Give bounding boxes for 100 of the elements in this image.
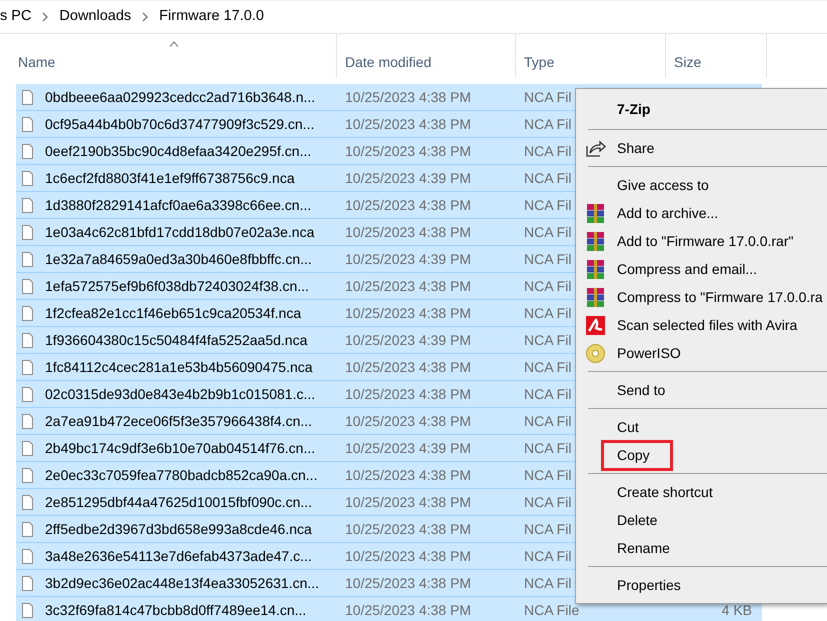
file-date: 10/25/2023 4:39 PM bbox=[345, 332, 472, 348]
file-name: 1f936604380c15c50484f4fa5252aa5d.nca bbox=[45, 330, 308, 350]
file-icon bbox=[22, 224, 33, 240]
file-icon bbox=[22, 414, 33, 428]
column-header[interactable]: Name bbox=[16, 34, 337, 78]
file-type: NCA File bbox=[524, 602, 580, 618]
file-type: NCA Fil bbox=[524, 574, 572, 590]
file-icon bbox=[22, 576, 33, 590]
file-date: 10/25/2023 4:38 PM bbox=[345, 142, 472, 158]
column-header[interactable]: Date modified bbox=[337, 34, 516, 78]
file-icon bbox=[22, 360, 33, 374]
archive-icon bbox=[585, 231, 606, 252]
file-name: 1e32a7a84659a0ed3a30b460e8fbbffc.cn... bbox=[45, 250, 312, 268]
breadcrumb-item[interactable]: s PC bbox=[0, 6, 32, 28]
file-date: 10/25/2023 4:38 PM bbox=[345, 224, 472, 240]
file-name: 1fc84112c4cec281a1e53b4b56090475.nca bbox=[45, 358, 313, 376]
file-name: 2b49bc174c9df3e6b10e70ab04514f76.cn... bbox=[45, 438, 316, 458]
file-type: NCA Fil bbox=[524, 170, 572, 186]
file-icon bbox=[22, 198, 33, 212]
file-date: 10/25/2023 4:38 PM bbox=[345, 574, 472, 590]
file-name: 2ff5edbe2d3967d3bd658e993a8cde46.nca bbox=[45, 520, 312, 538]
file-name: 0bdbeee6aa029923cedcc2ad716b3648.n... bbox=[45, 88, 316, 106]
breadcrumb-item[interactable]: Firmware 17.0.0 bbox=[159, 6, 264, 28]
file-date: 10/25/2023 4:38 PM bbox=[345, 304, 472, 320]
file-type: NCA Fil bbox=[524, 250, 572, 266]
archive-icon bbox=[585, 259, 606, 280]
breadcrumb-item[interactable]: Downloads bbox=[59, 6, 132, 28]
chevron-icon bbox=[141, 12, 150, 22]
file-icon bbox=[22, 494, 33, 510]
file-type: NCA Fil bbox=[524, 520, 572, 536]
file-name: 1d3880f2829141afcf0ae6a3398c66ee.cn... bbox=[45, 196, 312, 214]
file-date: 10/25/2023 4:39 PM bbox=[345, 250, 472, 266]
file-date: 10/25/2023 4:38 PM bbox=[345, 278, 472, 294]
file-size: 4 KB bbox=[720, 600, 753, 620]
file-icon bbox=[22, 170, 33, 186]
file-date: 10/25/2023 4:38 PM bbox=[345, 602, 472, 618]
column-header[interactable]: Type bbox=[516, 34, 666, 78]
file-date: 10/25/2023 4:38 PM bbox=[345, 88, 472, 104]
file-name: 0cf95a44b4b0b70c6d37477909f3c529.cn... bbox=[45, 114, 314, 134]
file-type: NCA Fil bbox=[524, 224, 572, 240]
menu-item[interactable]: Copy bbox=[601, 440, 673, 470]
file-date: 10/25/2023 4:38 PM bbox=[345, 358, 472, 374]
file-date: 10/25/2023 4:38 PM bbox=[345, 494, 472, 510]
file-name: 3b2d9ec36e02ac448e13f4ea33052631.cn... bbox=[45, 574, 320, 592]
file-icon bbox=[22, 90, 33, 104]
file-icon bbox=[22, 522, 33, 536]
menu-item[interactable]: Send to bbox=[617, 380, 666, 400]
file-icon bbox=[22, 468, 33, 482]
file-name: 2a7ea91b472ece06f5f3e357966438f4.cn... bbox=[45, 412, 312, 430]
file-name: 02c0315de93d0e843e4b2b9b1c015081.c... bbox=[45, 384, 316, 404]
file-type: NCA Fil bbox=[524, 142, 572, 158]
file-type: NCA Fil bbox=[524, 304, 572, 320]
file-type: NCA Fil bbox=[524, 332, 572, 348]
file-icon bbox=[22, 278, 33, 294]
file-icon bbox=[22, 144, 33, 158]
file-icon bbox=[22, 306, 33, 320]
file-icon bbox=[22, 440, 33, 456]
file-date: 10/25/2023 4:38 PM bbox=[345, 116, 472, 132]
file-type: NCA Fil bbox=[524, 466, 572, 482]
file-date: 10/25/2023 4:38 PM bbox=[345, 386, 472, 402]
archive-icon bbox=[585, 287, 606, 308]
chevron-icon bbox=[41, 12, 50, 22]
file-type: NCA Fil bbox=[524, 494, 572, 510]
file-date: 10/25/2023 4:38 PM bbox=[345, 466, 472, 482]
file-type: NCA Fil bbox=[524, 88, 572, 104]
menu-item[interactable]: Share bbox=[617, 138, 654, 158]
file-type: NCA Fil bbox=[524, 548, 572, 564]
share-icon bbox=[585, 138, 606, 159]
file-type: NCA Fil bbox=[524, 412, 572, 428]
archive-icon bbox=[585, 203, 606, 224]
file-date: 10/25/2023 4:38 PM bbox=[345, 412, 472, 428]
menu-item[interactable]: Properties bbox=[617, 574, 681, 596]
file-icon bbox=[22, 386, 33, 402]
file-icon bbox=[22, 602, 33, 618]
file-name: 0eef2190b35bc90c4d8efaa3420e295f.cn... bbox=[45, 142, 312, 160]
column-header[interactable]: Size bbox=[666, 34, 767, 78]
file-type: NCA Fil bbox=[524, 196, 572, 212]
disc-icon bbox=[585, 343, 606, 364]
file-type: NCA Fil bbox=[524, 386, 572, 402]
file-name: 3a48e2636e54113e7d6efab4373ade47.c... bbox=[45, 546, 312, 566]
file-icon bbox=[22, 332, 33, 348]
file-icon bbox=[22, 116, 33, 132]
file-date: 10/25/2023 4:38 PM bbox=[345, 520, 472, 536]
file-name: 2e0ec33c7059fea7780badcb852ca90a.cn... bbox=[45, 466, 318, 484]
file-date: 10/25/2023 4:38 PM bbox=[345, 196, 472, 212]
file-name: 1efa572575ef9b6f038db72403024f38.cn... bbox=[45, 276, 309, 296]
file-row[interactable]: 3c32f69fa814c47bcbb8d0ff7489ee14.cn... 10/25/2023 4:38 PM NCA File 4 KB bbox=[16, 597, 762, 621]
file-type: NCA Fil bbox=[524, 116, 572, 132]
file-name: 1f2cfea82e1cc1f46eb651c9ca20534f.nca bbox=[45, 304, 302, 322]
file-date: 10/25/2023 4:39 PM bbox=[345, 440, 472, 456]
file-icon bbox=[22, 252, 33, 266]
file-name: 1e03a4c62c81bfd17cdd18db07e02a3e.nca bbox=[45, 222, 314, 242]
file-type: NCA Fil bbox=[524, 440, 572, 456]
file-name: 1c6ecf2fd8803f41e1ef9ff6738756c9.nca bbox=[45, 168, 295, 188]
menu-item[interactable]: Cut bbox=[617, 416, 639, 438]
file-name: 3c32f69fa814c47bcbb8d0ff7489ee14.cn... bbox=[45, 600, 306, 620]
file-icon bbox=[22, 548, 33, 564]
file-date: 10/25/2023 4:39 PM bbox=[345, 170, 472, 186]
shield-icon bbox=[585, 315, 606, 336]
file-type: NCA Fil bbox=[524, 278, 572, 294]
